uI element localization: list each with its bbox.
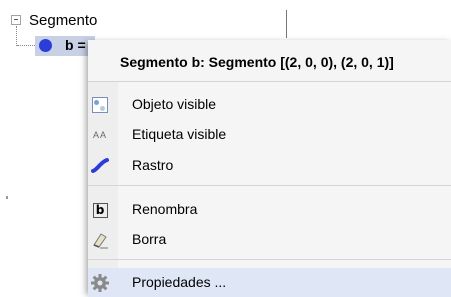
visibility-dot-icon[interactable]: [39, 39, 52, 52]
stray-mark: [6, 196, 8, 199]
context-menu-title: Segmento b: Segmento [(2, 0, 0), (2, 0, …: [120, 54, 394, 70]
menu-separator: [88, 81, 451, 82]
context-menu: Segmento b: Segmento [(2, 0, 0), (2, 0, …: [88, 40, 451, 297]
trace-icon: [90, 156, 110, 176]
menu-separator: [88, 259, 451, 260]
eraser-icon: [90, 230, 110, 250]
tree-root-label[interactable]: Segmento: [29, 12, 97, 29]
menu-item-label: Renombra: [132, 201, 198, 217]
menu-item-label: Rastro: [132, 157, 174, 173]
tree-connector: [17, 45, 37, 46]
menu-item-label: Borra: [132, 231, 167, 247]
tree-item-segment-b[interactable]: b =: [35, 36, 95, 56]
menu-item-label: Etiqueta visible: [132, 126, 227, 142]
menu-item-object-visible[interactable]: Objeto visible: [88, 90, 451, 119]
menu-separator: [88, 185, 451, 186]
menu-item-trace[interactable]: Rastro: [88, 151, 451, 180]
collapse-toggle[interactable]: [11, 15, 21, 25]
gear-icon: [90, 273, 110, 293]
menu-item-label-visible[interactable]: AA Etiqueta visible: [88, 120, 451, 149]
menu-item-label: Propiedades ...: [132, 274, 227, 290]
tree-item-label: b =: [65, 37, 86, 53]
label-visible-icon: AA: [92, 130, 107, 140]
object-visible-icon: [90, 95, 110, 115]
panel-divider: [286, 10, 287, 38]
tree-connector: [16, 26, 17, 46]
rename-icon: b: [90, 200, 110, 220]
menu-item-rename[interactable]: b Renombra: [88, 195, 451, 224]
menu-item-label: Objeto visible: [132, 96, 217, 112]
menu-item-delete[interactable]: Borra: [88, 225, 451, 254]
